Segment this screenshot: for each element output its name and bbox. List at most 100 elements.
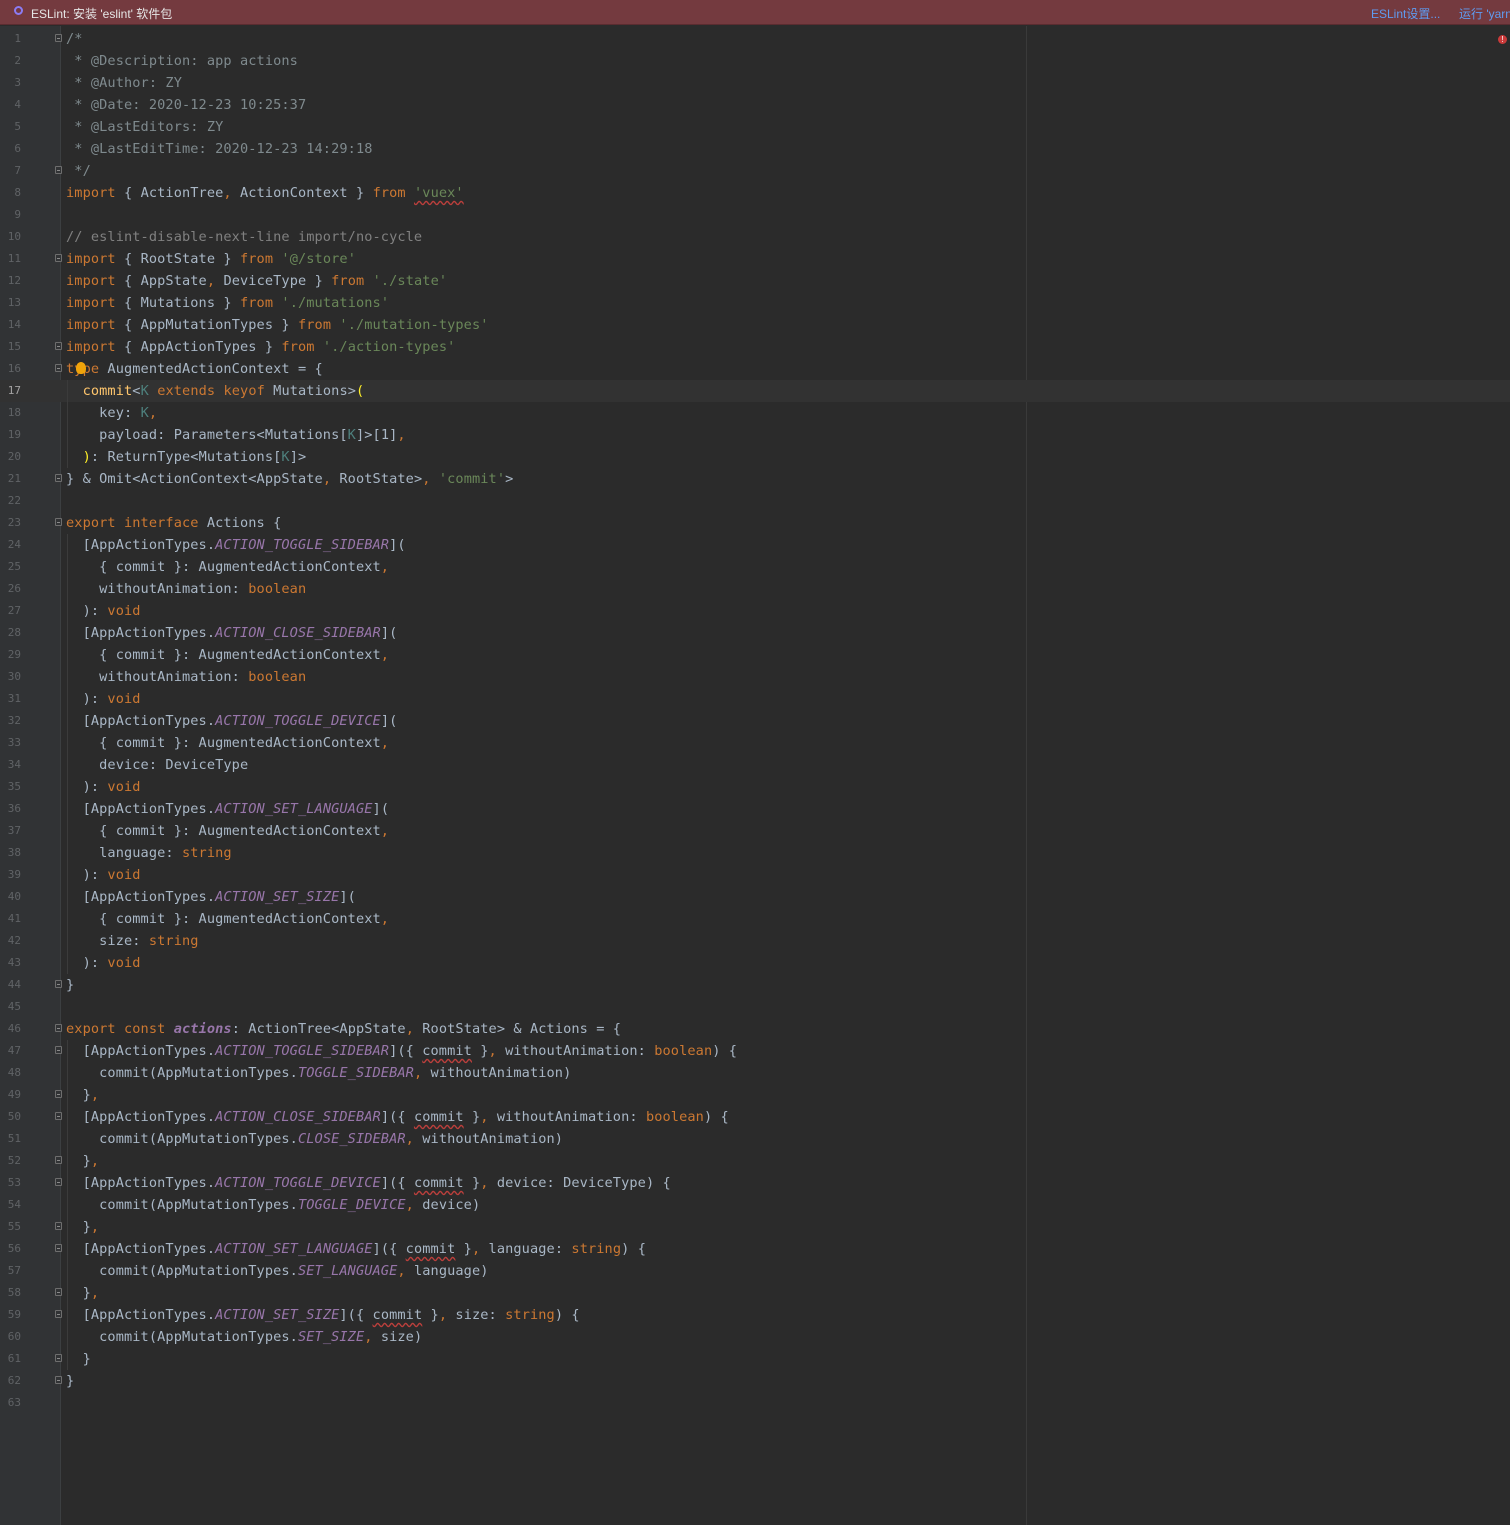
code-line[interactable]: 7 */ [0, 160, 1510, 182]
code-text[interactable]: import { Mutations } from './mutations' [66, 292, 389, 314]
code-line[interactable]: 5 * @LastEditors: ZY [0, 116, 1510, 138]
code-text[interactable]: [AppActionTypes.ACTION_CLOSE_SIDEBAR]( [66, 622, 398, 644]
code-line[interactable]: 18 key: K, [0, 402, 1510, 424]
fold-toggle-icon[interactable] [55, 474, 62, 482]
line-number[interactable]: 11 [0, 248, 21, 270]
code-line[interactable]: 48 commit(AppMutationTypes.TOGGLE_SIDEBA… [0, 1062, 1510, 1084]
fold-toggle-icon[interactable] [55, 518, 62, 526]
fold-toggle-icon[interactable] [55, 1288, 62, 1296]
code-line[interactable]: 14 import { AppMutationTypes } from './mu… [0, 314, 1510, 336]
line-number[interactable]: 13 [0, 292, 21, 314]
code-text[interactable]: // eslint-disable-next-line import/no-cy… [66, 226, 422, 248]
code-line[interactable]: 30 withoutAnimation: boolean [0, 666, 1510, 688]
code-text[interactable]: key: K, [66, 402, 157, 424]
code-line[interactable]: 38 language: string [0, 842, 1510, 864]
code-text[interactable]: ): ReturnType<Mutations[K]> [66, 446, 307, 468]
code-line[interactable]: 36 [AppActionTypes.ACTION_SET_LANGUAGE]( [0, 798, 1510, 820]
code-text[interactable]: commit<K extends keyof Mutations>( [66, 380, 365, 402]
line-number[interactable]: 15 [0, 336, 21, 358]
line-number[interactable]: 31 [0, 688, 21, 710]
code-line[interactable]: 53 [AppActionTypes.ACTION_TOGGLE_DEVICE]… [0, 1172, 1510, 1194]
code-text[interactable]: * @Author: ZY [66, 72, 182, 94]
code-line[interactable]: 29 { commit }: AugmentedActionContext, [0, 644, 1510, 666]
code-text[interactable]: }, [66, 1282, 99, 1304]
code-text[interactable]: export const actions: ActionTree<AppStat… [66, 1018, 621, 1040]
code-line[interactable]: 63 [0, 1392, 1510, 1414]
fold-toggle-icon[interactable] [55, 980, 62, 988]
code-text[interactable]: import { RootState } from '@/store' [66, 248, 356, 270]
line-number[interactable]: 54 [0, 1194, 21, 1216]
code-line[interactable]: 23 export interface Actions { [0, 512, 1510, 534]
code-text[interactable]: [AppActionTypes.ACTION_SET_SIZE]({ commi… [66, 1304, 580, 1326]
code-text[interactable]: }, [66, 1084, 99, 1106]
code-text[interactable]: } & Omit<ActionContext<AppState, RootSta… [66, 468, 513, 490]
code-text[interactable]: payload: Parameters<Mutations[K]>[1], [66, 424, 406, 446]
code-line[interactable]: 15 import { AppActionTypes } from './acti… [0, 336, 1510, 358]
code-line[interactable]: 50 [AppActionTypes.ACTION_CLOSE_SIDEBAR]… [0, 1106, 1510, 1128]
line-number[interactable]: 51 [0, 1128, 21, 1150]
line-number[interactable]: 35 [0, 776, 21, 798]
code-line[interactable]: 51 commit(AppMutationTypes.CLOSE_SIDEBAR… [0, 1128, 1510, 1150]
code-text[interactable]: [AppActionTypes.ACTION_SET_LANGUAGE]({ c… [66, 1238, 646, 1260]
code-line[interactable]: 16 type AugmentedActionContext = { [0, 358, 1510, 380]
code-text[interactable]: commit(AppMutationTypes.SET_LANGUAGE, la… [66, 1260, 489, 1282]
code-text[interactable]: language: string [66, 842, 232, 864]
code-text[interactable]: { commit }: AugmentedActionContext, [66, 732, 389, 754]
line-number[interactable]: 53 [0, 1172, 21, 1194]
code-text[interactable]: [AppActionTypes.ACTION_SET_SIZE]( [66, 886, 356, 908]
line-number[interactable]: 9 [0, 204, 21, 226]
line-number[interactable]: 43 [0, 952, 21, 974]
fold-toggle-icon[interactable] [55, 1244, 62, 1252]
line-number[interactable]: 34 [0, 754, 21, 776]
code-text[interactable]: [AppActionTypes.ACTION_TOGGLE_SIDEBAR]({… [66, 1040, 737, 1062]
line-number[interactable]: 61 [0, 1348, 21, 1370]
line-number[interactable]: 33 [0, 732, 21, 754]
code-text[interactable]: import { AppActionTypes } from './action… [66, 336, 455, 358]
code-text[interactable]: * @LastEditors: ZY [66, 116, 223, 138]
line-number[interactable]: 17 [0, 380, 21, 402]
code-line[interactable]: 26 withoutAnimation: boolean [0, 578, 1510, 600]
fold-toggle-icon[interactable] [55, 1222, 62, 1230]
code-line[interactable]: 45 [0, 996, 1510, 1018]
code-text[interactable]: [AppActionTypes.ACTION_CLOSE_SIDEBAR]({ … [66, 1106, 729, 1128]
code-text[interactable]: }, [66, 1150, 99, 1172]
code-text[interactable]: /* [66, 28, 83, 50]
line-number[interactable]: 39 [0, 864, 21, 886]
code-line[interactable]: 35 ): void [0, 776, 1510, 798]
code-line[interactable]: 34 device: DeviceType [0, 754, 1510, 776]
line-number[interactable]: 63 [0, 1392, 21, 1414]
fold-toggle-icon[interactable] [55, 1376, 62, 1384]
code-line[interactable]: 2 * @Description: app actions [0, 50, 1510, 72]
line-number[interactable]: 5 [0, 116, 21, 138]
code-text[interactable]: * @Date: 2020-12-23 10:25:37 [66, 94, 306, 116]
code-text[interactable]: import { ActionTree, ActionContext } fro… [66, 182, 464, 204]
code-line[interactable]: 13 import { Mutations } from './mutations… [0, 292, 1510, 314]
line-number[interactable]: 28 [0, 622, 21, 644]
line-number[interactable]: 58 [0, 1282, 21, 1304]
code-line[interactable]: 60 commit(AppMutationTypes.SET_SIZE, siz… [0, 1326, 1510, 1348]
code-line[interactable]: 8 import { ActionTree, ActionContext } fr… [0, 182, 1510, 204]
code-text[interactable]: commit(AppMutationTypes.SET_SIZE, size) [66, 1326, 422, 1348]
line-number[interactable]: 4 [0, 94, 21, 116]
code-text[interactable]: }, [66, 1216, 99, 1238]
fold-toggle-icon[interactable] [55, 1156, 62, 1164]
code-text[interactable]: { commit }: AugmentedActionContext, [66, 556, 389, 578]
line-number[interactable]: 57 [0, 1260, 21, 1282]
code-line[interactable]: 46 export const actions: ActionTree<AppSt… [0, 1018, 1510, 1040]
code-text[interactable]: } [66, 974, 74, 996]
line-number[interactable]: 1 [0, 28, 21, 50]
line-number[interactable]: 18 [0, 402, 21, 424]
code-line[interactable]: 49 }, [0, 1084, 1510, 1106]
code-text[interactable]: ): void [66, 600, 141, 622]
code-text[interactable]: import { AppState, DeviceType } from './… [66, 270, 447, 292]
line-number[interactable]: 46 [0, 1018, 21, 1040]
fold-toggle-icon[interactable] [55, 1354, 62, 1362]
code-line[interactable]: 61 } [0, 1348, 1510, 1370]
fold-toggle-icon[interactable] [55, 1090, 62, 1098]
fold-toggle-icon[interactable] [55, 34, 62, 42]
line-number[interactable]: 45 [0, 996, 21, 1018]
fold-toggle-icon[interactable] [55, 1112, 62, 1120]
code-text[interactable]: */ [66, 160, 91, 182]
line-number[interactable]: 44 [0, 974, 21, 996]
code-text[interactable]: { commit }: AugmentedActionContext, [66, 644, 389, 666]
